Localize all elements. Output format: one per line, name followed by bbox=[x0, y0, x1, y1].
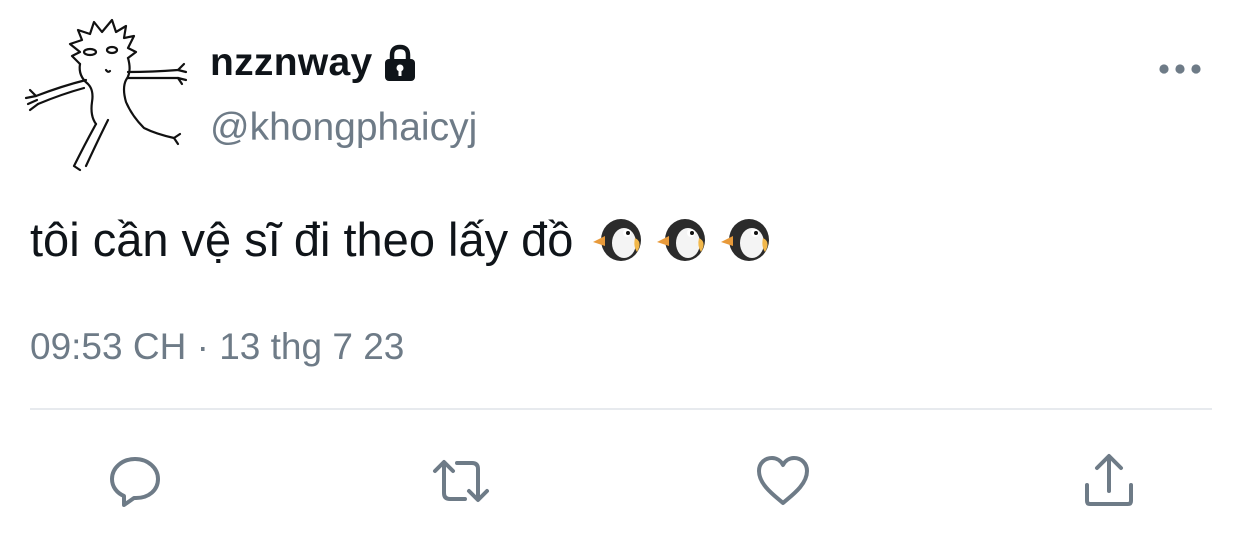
share-arrow-icon bbox=[1085, 454, 1133, 506]
like-button[interactable] bbox=[750, 448, 816, 514]
divider bbox=[30, 408, 1212, 410]
tweet-card: nzznway @khongphaicyj tôi cần vệ sĩ đi t… bbox=[0, 0, 1242, 552]
retweet-arrows-icon bbox=[433, 460, 489, 502]
tweet-timestamp[interactable]: 09:53 CH · 13 thg 7 23 bbox=[30, 326, 404, 368]
more-dots-icon[interactable] bbox=[1156, 56, 1204, 82]
tweet-text: tôi cần vệ sĩ đi theo lấy đồ bbox=[30, 212, 771, 267]
reply-button[interactable] bbox=[102, 448, 168, 514]
penguin-emoji bbox=[591, 216, 643, 264]
emoji-group bbox=[591, 216, 771, 264]
avatar[interactable] bbox=[22, 16, 190, 176]
display-name[interactable]: nzznway bbox=[210, 41, 372, 85]
tweet-text-content: tôi cần vệ sĩ đi theo lấy đồ bbox=[30, 213, 574, 266]
penguin-emoji bbox=[719, 216, 771, 264]
action-bar bbox=[0, 448, 1242, 518]
stick-figure-icon bbox=[24, 18, 188, 172]
speech-bubble-icon bbox=[110, 457, 160, 507]
penguin-emoji bbox=[655, 216, 707, 264]
author-name-row[interactable]: nzznway bbox=[210, 38, 418, 88]
lock-icon bbox=[382, 43, 418, 83]
retweet-button[interactable] bbox=[428, 448, 494, 514]
share-button[interactable] bbox=[1076, 448, 1142, 514]
user-handle[interactable]: @khongphaicyj bbox=[210, 106, 477, 150]
heart-icon bbox=[757, 456, 809, 505]
